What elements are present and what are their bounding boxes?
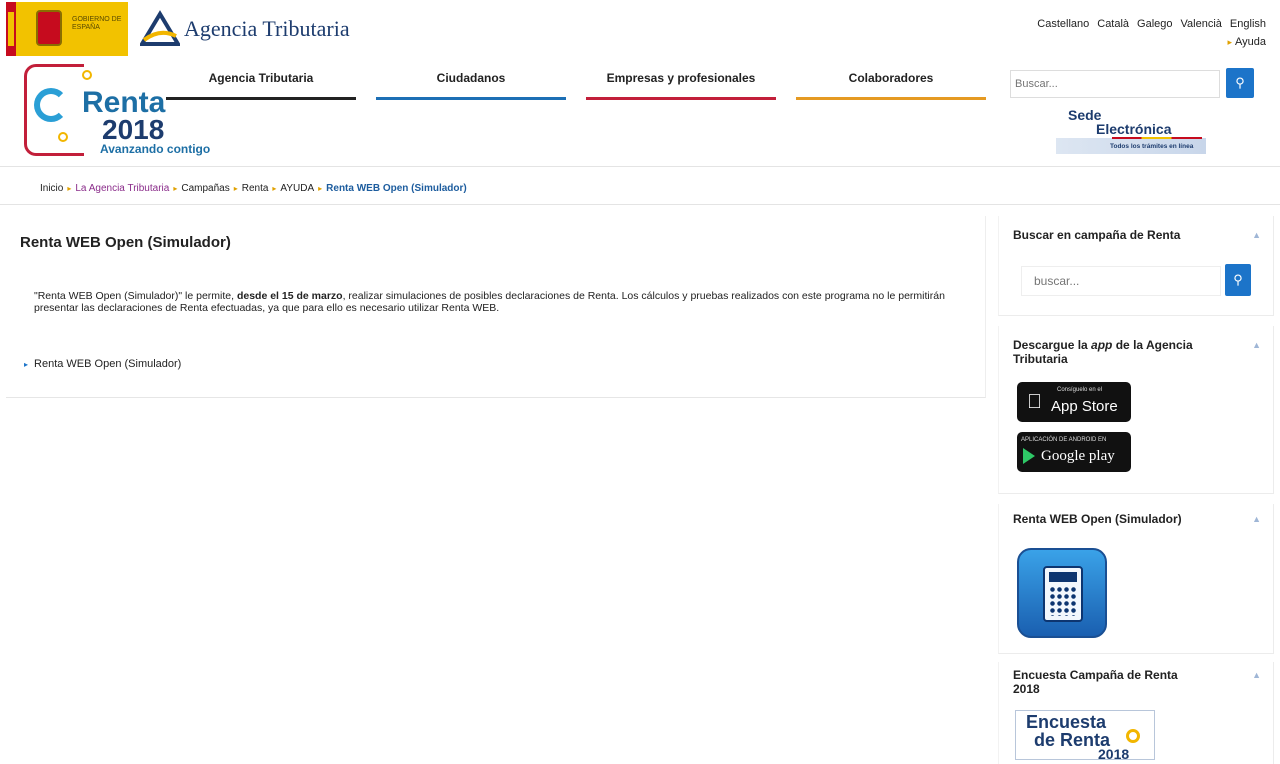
- network-node-icon: [82, 70, 92, 80]
- sidebar-survey-panel: Encuesta Campaña de Renta 2018 ▲ Encuest…: [998, 662, 1274, 764]
- main-content: Renta WEB Open (Simulador) "Renta WEB Op…: [6, 216, 986, 398]
- collapse-icon[interactable]: ▲: [1252, 230, 1261, 240]
- sidebar-search-title: Buscar en campaña de Renta: [1013, 228, 1181, 242]
- sidebar-app-title: Descargue la app de la Agencia Tributari…: [1013, 338, 1193, 366]
- calculator-body: [1043, 566, 1083, 622]
- breadcrumb: Inicio ▸ La Agencia Tributaria ▸ Campaña…: [40, 183, 467, 194]
- spanish-flag-stripe: [1112, 137, 1202, 139]
- sidebar-simulator-panel: Renta WEB Open (Simulador) ▲: [998, 504, 1274, 654]
- app-title-em: app: [1091, 338, 1113, 352]
- page-title: Renta WEB Open (Simulador): [20, 234, 231, 251]
- chevron-right-icon: ▸: [1227, 37, 1232, 47]
- app-title-part-1: Descargue la: [1013, 338, 1092, 352]
- gobierno-logo[interactable]: Gobierno de España: [6, 2, 128, 56]
- google-play-icon: [1023, 448, 1035, 464]
- sidebar-app-panel: Descargue la app de la Agencia Tributari…: [998, 326, 1274, 494]
- breadcrumb-inicio[interactable]: Inicio: [40, 183, 63, 194]
- appstore-big-label: App Store: [1051, 398, 1118, 415]
- gov-text: Gobierno de España: [72, 16, 122, 31]
- help-link[interactable]: ▸ Ayuda: [1227, 36, 1266, 48]
- calculator-icon[interactable]: [1017, 548, 1107, 638]
- help-label: Ayuda: [1235, 36, 1266, 48]
- search-icon: ⚲: [1233, 272, 1243, 287]
- lang-galego[interactable]: Galego: [1137, 18, 1172, 30]
- search-button[interactable]: ⚲: [1226, 68, 1254, 98]
- coat-of-arms-icon: [36, 10, 62, 46]
- lang-catala[interactable]: Català: [1097, 18, 1129, 30]
- survey-line-3: 2018: [1098, 746, 1130, 762]
- site-search: ⚲: [1010, 68, 1264, 100]
- google-play-button[interactable]: APLICACIÓN DE ANDROID EN Google play: [1017, 432, 1131, 472]
- app-store-button[interactable]:  Consíguelo en el App Store: [1017, 382, 1131, 422]
- collapse-icon[interactable]: ▲: [1252, 670, 1261, 680]
- desc-bold: desde el 15 de marzo: [236, 290, 343, 302]
- apple-icon: : [1027, 391, 1042, 414]
- sidebar-simulator-title: Renta WEB Open (Simulador): [1013, 512, 1182, 526]
- sidebar-survey-title: Encuesta Campaña de Renta 2018: [1013, 668, 1178, 696]
- flag-stripe: [6, 2, 16, 56]
- sede-subtitle: Todos los trámites en línea: [1110, 143, 1194, 150]
- network-node-icon: [1126, 729, 1140, 743]
- lang-english[interactable]: English: [1230, 18, 1266, 30]
- nav-ciudadanos[interactable]: Ciudadanos: [376, 68, 566, 100]
- calculator-screen: [1049, 572, 1077, 582]
- simulator-link[interactable]: ▸ Renta WEB Open (Simulador): [24, 358, 181, 370]
- desc-part-1: "Renta WEB Open (Simulador)" le permite,: [34, 290, 237, 302]
- chevron-right-icon: ▸: [318, 184, 323, 193]
- breadcrumb-agencia[interactable]: La Agencia Tributaria: [75, 183, 169, 194]
- collapse-icon[interactable]: ▲: [1252, 514, 1261, 524]
- survey-banner[interactable]: Encuesta de Renta 2018: [1015, 710, 1155, 762]
- simulator-link-label: Renta WEB Open (Simulador): [34, 358, 182, 370]
- search-icon: ⚲: [1235, 75, 1245, 90]
- campaign-search-input[interactable]: [1021, 266, 1221, 296]
- appstore-small-label: Consíguelo en el: [1057, 387, 1103, 393]
- main-nav: Agencia Tributaria Ciudadanos Empresas y…: [166, 68, 986, 100]
- nav-colaboradores[interactable]: Colaboradores: [796, 68, 986, 100]
- googleplay-small-label: APLICACIÓN DE ANDROID EN: [1021, 437, 1107, 443]
- chevron-right-icon: ▸: [233, 184, 238, 193]
- breadcrumb-renta[interactable]: Renta: [242, 183, 269, 194]
- search-input[interactable]: [1010, 70, 1220, 98]
- chevron-right-icon: ▸: [24, 360, 29, 369]
- breadcrumb-current: Renta WEB Open (Simulador): [326, 183, 467, 194]
- agencia-tributaria-logo-icon[interactable]: [140, 10, 180, 48]
- chevron-right-icon: ▸: [272, 184, 277, 193]
- nav-empresas-profesionales[interactable]: Empresas y profesionales: [586, 68, 776, 100]
- googleplay-big-label: Google play: [1041, 448, 1115, 464]
- renta-slogan: Avanzando contigo: [100, 142, 211, 156]
- lang-valencia[interactable]: Valencià: [1181, 18, 1222, 30]
- sidebar-search-panel: Buscar en campaña de Renta ▲ ⚲: [998, 216, 1274, 316]
- renta-c-icon: [34, 88, 68, 122]
- brand-title[interactable]: Agencia Tributaria: [184, 16, 350, 42]
- nav-agencia-tributaria[interactable]: Agencia Tributaria: [166, 68, 356, 100]
- campaign-search-button[interactable]: ⚲: [1225, 264, 1251, 296]
- chevron-right-icon: ▸: [173, 184, 178, 193]
- chevron-right-icon: ▸: [67, 184, 72, 193]
- header-divider: [0, 166, 1280, 167]
- sede-label: Sede: [1068, 107, 1102, 123]
- lang-castellano[interactable]: Castellano: [1037, 18, 1089, 30]
- sede-label-electronica: Electrónica: [1096, 121, 1172, 137]
- page-description: "Renta WEB Open (Simulador)" le permite,…: [34, 290, 974, 314]
- survey-line-1: Encuesta: [1026, 712, 1107, 732]
- language-selector: Castellano Català Galego Valencià Englis…: [1037, 18, 1266, 30]
- breadcrumb-ayuda[interactable]: AYUDA: [280, 183, 314, 194]
- sede-electronica-banner[interactable]: Sede Electrónica Todos los trámites en l…: [1056, 108, 1206, 156]
- breadcrumb-campanas[interactable]: Campañas: [181, 183, 229, 194]
- collapse-icon[interactable]: ▲: [1252, 340, 1261, 350]
- breadcrumb-divider: [0, 204, 1280, 205]
- calculator-keys: [1049, 586, 1077, 616]
- renta-year: 2018: [102, 114, 165, 145]
- network-node-icon: [58, 132, 68, 142]
